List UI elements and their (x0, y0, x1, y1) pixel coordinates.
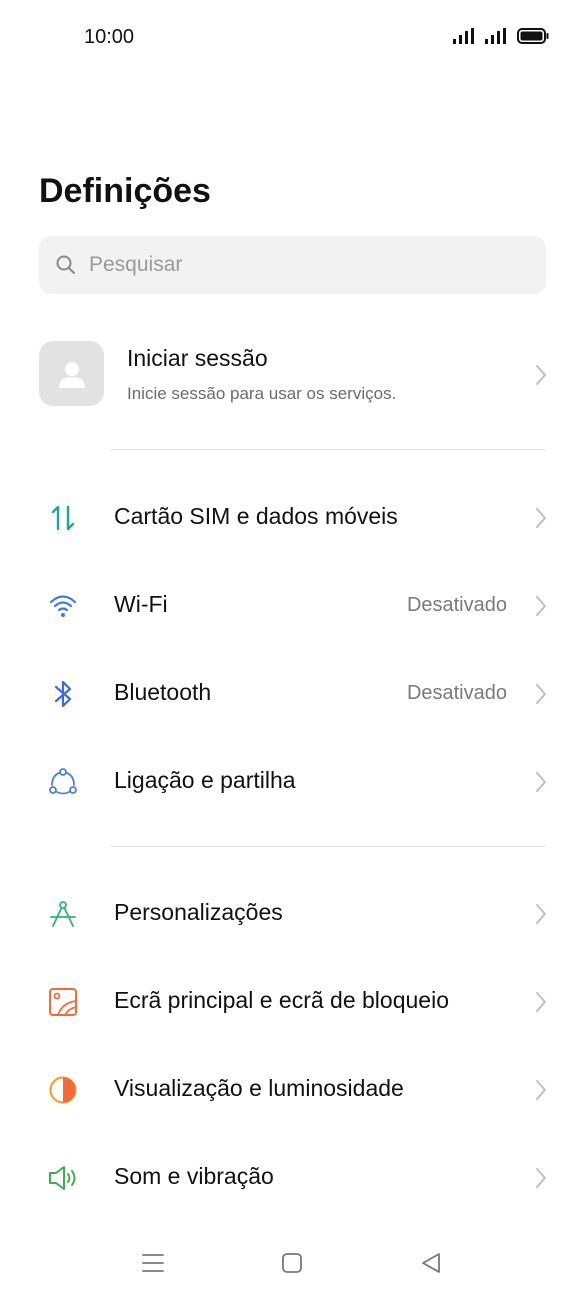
wallpaper-icon (44, 987, 82, 1017)
bluetooth-icon (44, 679, 82, 709)
settings-item-wifi[interactable]: Wi-Fi Desativado (0, 561, 585, 649)
settings-item-label: Ecrã principal e ecrã de bloqueio (114, 987, 449, 1013)
settings-item-sim[interactable]: Cartão SIM e dados móveis (0, 473, 585, 561)
back-triangle-icon (422, 1253, 440, 1273)
wifi-icon (44, 591, 82, 621)
chevron-right-icon (536, 684, 546, 704)
chevron-right-icon (536, 596, 546, 616)
back-button[interactable] (416, 1248, 446, 1278)
chevron-right-icon (536, 992, 546, 1012)
status-icons (453, 28, 549, 44)
chevron-right-icon (536, 904, 546, 924)
connection-sharing-icon (44, 767, 82, 797)
settings-item-label: Ligação e partilha (114, 767, 296, 793)
settings-item-home-lock-screen[interactable]: Ecrã principal e ecrã de bloqueio (0, 957, 585, 1045)
home-square-icon (282, 1253, 302, 1273)
menu-icon (142, 1254, 164, 1272)
menu-button[interactable] (138, 1248, 168, 1278)
search-icon (56, 255, 75, 274)
wifi-status: Desativado (406, 594, 507, 616)
signal-icon (485, 28, 506, 44)
navigation-bar (0, 1236, 585, 1286)
status-bar: 10:00 (0, 0, 585, 76)
chevron-right-icon (536, 1168, 546, 1188)
divider (110, 449, 546, 450)
chevron-right-icon (536, 365, 546, 385)
bluetooth-status: Desativado (406, 682, 507, 704)
account-subtitle: Inicie sessão para usar os serviços. (127, 384, 397, 403)
settings-item-connection-sharing[interactable]: Ligação e partilha (0, 737, 585, 825)
settings-item-label: Personalizações (114, 899, 283, 925)
user-icon (58, 361, 85, 388)
sim-data-arrows-icon (44, 503, 82, 533)
settings-item-display-brightness[interactable]: Visualização e luminosidade (0, 1045, 585, 1133)
settings-item-sound-vibration[interactable]: Som e vibração (0, 1133, 585, 1221)
settings-item-label: Bluetooth (114, 679, 212, 705)
compass-icon (44, 899, 82, 929)
settings-item-label: Cartão SIM e dados móveis (114, 503, 398, 529)
speaker-icon (44, 1163, 82, 1193)
settings-item-label: Som e vibração (114, 1163, 274, 1189)
divider (110, 846, 546, 847)
avatar (39, 341, 104, 406)
home-button[interactable] (277, 1248, 307, 1278)
settings-item-label: Visualização e luminosidade (114, 1075, 404, 1101)
page-title: Definições (39, 172, 211, 210)
settings-item-bluetooth[interactable]: Bluetooth Desativado (0, 649, 585, 737)
signal-icon (453, 28, 474, 44)
brightness-icon (44, 1075, 82, 1105)
account-title: Iniciar sessão (127, 345, 268, 371)
settings-item-label: Wi-Fi (114, 591, 168, 617)
settings-item-personalization[interactable]: Personalizações (0, 869, 585, 957)
battery-icon (517, 28, 549, 44)
account-sign-in-row[interactable]: Iniciar sessão Inicie sessão para usar o… (0, 328, 585, 420)
chevron-right-icon (536, 772, 546, 792)
chevron-right-icon (536, 508, 546, 528)
search-bar[interactable] (39, 236, 546, 294)
search-input[interactable] (87, 252, 511, 278)
status-time: 10:00 (84, 26, 135, 48)
chevron-right-icon (536, 1080, 546, 1100)
